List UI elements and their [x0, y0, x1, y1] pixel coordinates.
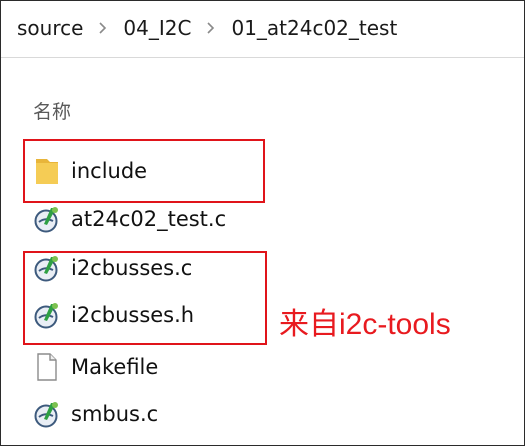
list-item[interactable]: smbus.c — [33, 392, 303, 436]
column-header-name[interactable]: 名称 — [33, 97, 71, 124]
list-item[interactable]: at24c02_test.c — [33, 197, 303, 241]
file-name: at24c02_test.c — [71, 207, 227, 231]
breadcrumb-item-01-at24c02-test[interactable]: 01_at24c02_test — [229, 16, 399, 40]
chevron-right-icon[interactable] — [99, 22, 107, 34]
c-file-icon — [33, 204, 61, 234]
breadcrumb-item-source[interactable]: source — [15, 16, 85, 40]
file-name: Makefile — [71, 355, 159, 379]
breadcrumb: source 04_I2C 01_at24c02_test — [15, 10, 399, 46]
annotation-label: 来自i2c-tools — [279, 308, 451, 341]
chevron-right-icon[interactable] — [207, 22, 215, 34]
file-name: smbus.c — [71, 402, 159, 426]
c-file-icon — [33, 399, 61, 429]
address-bar[interactable]: source 04_I2C 01_at24c02_test — [1, 1, 524, 58]
blank-file-icon — [33, 352, 61, 382]
breadcrumb-item-04-i2c[interactable]: 04_I2C — [121, 16, 193, 40]
highlight-box-include — [23, 139, 265, 203]
highlight-box-i2cbusses — [23, 251, 267, 345]
list-item[interactable]: Makefile — [33, 345, 303, 389]
explorer-window: source 04_I2C 01_at24c02_test 名称 include — [0, 0, 525, 446]
